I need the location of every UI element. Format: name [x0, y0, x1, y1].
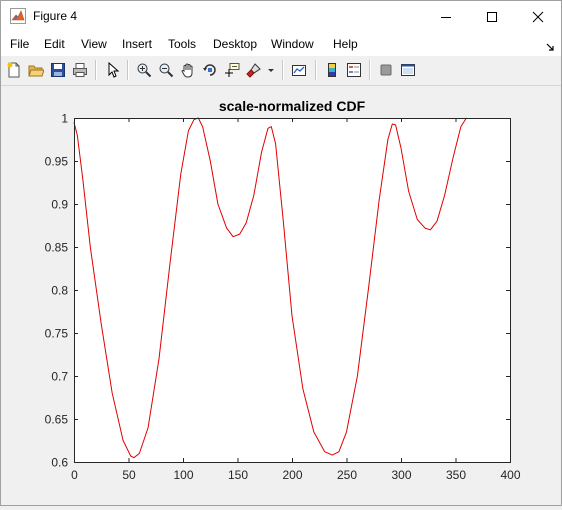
zoom-out-icon[interactable] — [156, 60, 176, 80]
edit-plot-arrow-icon[interactable] — [103, 60, 123, 80]
menu-tools[interactable]: Tools — [168, 37, 196, 51]
y-tick-label: 0.8 — [51, 284, 68, 298]
figure-toolbar — [1, 56, 561, 86]
x-tick-label: 50 — [122, 468, 136, 482]
hide-plot-tools-icon[interactable] — [376, 60, 396, 80]
close-icon — [532, 11, 544, 22]
brush-icon[interactable] — [244, 60, 264, 80]
figure-canvas: 0 50 100 150 200 250 300 350 400 0.6 0.65 0.7 0.75 0.… — [1, 86, 561, 505]
minimize-button[interactable] — [423, 1, 469, 32]
x-tick-label: 300 — [391, 468, 411, 482]
menu-desktop[interactable]: Desktop — [213, 37, 257, 51]
minimize-icon — [441, 16, 451, 18]
y-tick-label: 0.75 — [45, 327, 69, 341]
rotate-3d-icon[interactable] — [200, 60, 220, 80]
x-tick-label: 150 — [228, 468, 248, 482]
toolbar-separator — [315, 60, 317, 80]
matlab-app-icon — [10, 8, 26, 24]
print-icon[interactable] — [70, 60, 90, 80]
y-tick-label: 1 — [61, 112, 68, 126]
menu-bar: File Edit View Insert Tools Desktop Wind… — [1, 32, 561, 56]
pan-hand-icon[interactable] — [178, 60, 198, 80]
toolbar-separator — [282, 60, 284, 80]
maximize-button[interactable] — [469, 1, 515, 32]
insert-colorbar-icon[interactable] — [322, 60, 342, 80]
x-tick-label: 400 — [500, 468, 520, 482]
y-tick-label: 0.95 — [45, 155, 69, 169]
y-tick-label: 0.65 — [45, 413, 69, 427]
close-button[interactable] — [515, 1, 561, 32]
figure-window: Figure 4 File Edit View Insert Tools Des… — [0, 0, 562, 506]
y-tick-label: 0.9 — [51, 198, 68, 212]
toolbar-separator — [95, 60, 97, 80]
x-tick-label: 250 — [337, 468, 357, 482]
x-tick-label: 100 — [173, 468, 193, 482]
dock-figure-icon[interactable] — [546, 39, 555, 57]
y-tick-label: 0.6 — [51, 456, 68, 470]
save-icon[interactable] — [48, 60, 68, 80]
toolbar-separator — [369, 60, 371, 80]
title-bar[interactable]: Figure 4 — [1, 1, 561, 32]
toolbar-separator — [127, 60, 129, 80]
x-tick-label: 200 — [282, 468, 302, 482]
zoom-in-icon[interactable] — [134, 60, 154, 80]
y-tick-label: 0.7 — [51, 370, 68, 384]
x-tick-label: 0 — [71, 468, 78, 482]
plot-svg: 0 50 100 150 200 250 300 350 400 0.6 0.65 0.7 0.75 0.… — [45, 98, 521, 482]
x-tick-label: 350 — [446, 468, 466, 482]
axes-background[interactable] — [74, 118, 510, 462]
menu-insert[interactable]: Insert — [122, 37, 152, 51]
data-cursor-icon[interactable] — [222, 60, 242, 80]
link-plot-icon[interactable] — [289, 60, 309, 80]
show-plot-tools-icon[interactable] — [398, 60, 418, 80]
insert-legend-icon[interactable] — [344, 60, 364, 80]
brush-dropdown-icon[interactable] — [266, 60, 276, 80]
y-tick-label: 0.85 — [45, 241, 69, 255]
menu-view[interactable]: View — [81, 37, 107, 51]
menu-help[interactable]: Help — [333, 37, 358, 51]
menu-window[interactable]: Window — [271, 37, 314, 51]
menu-edit[interactable]: Edit — [44, 37, 65, 51]
open-file-icon[interactable] — [26, 60, 46, 80]
new-figure-icon[interactable] — [4, 60, 24, 80]
window-title: Figure 4 — [33, 9, 78, 23]
maximize-icon — [487, 11, 497, 22]
chart-title: scale-normalized CDF — [219, 98, 366, 114]
menu-file[interactable]: File — [10, 37, 29, 51]
